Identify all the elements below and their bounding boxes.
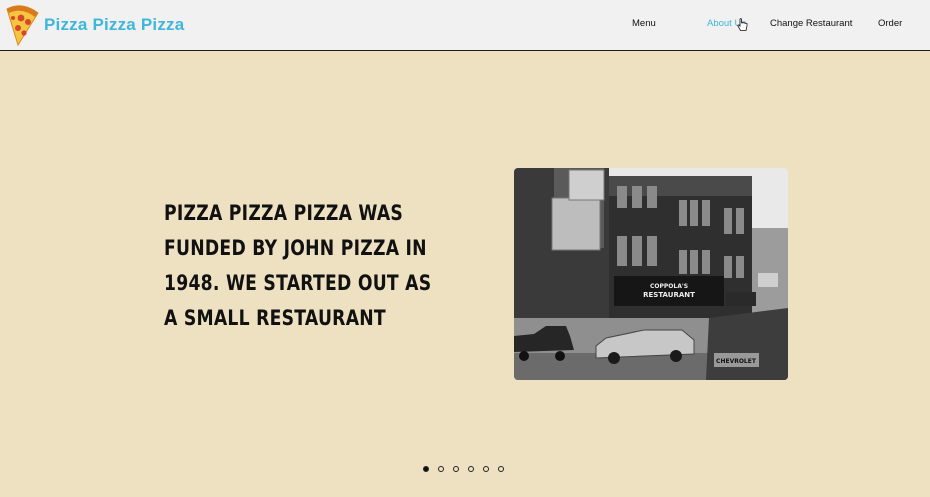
carousel-dot[interactable] bbox=[498, 466, 504, 472]
svg-text:COPPOLA'S: COPPOLA'S bbox=[650, 283, 688, 290]
carousel-dots bbox=[423, 466, 504, 472]
main-nav: Menu About Us Change Restaurant Order bbox=[0, 0, 930, 50]
hand-cursor-icon bbox=[737, 18, 748, 31]
nav-menu[interactable]: Menu bbox=[632, 18, 656, 29]
restaurant-photo: COPPOLA'S RESTAURANT CHEVROLET bbox=[514, 168, 788, 380]
svg-text:RESTAURANT: RESTAURANT bbox=[643, 291, 695, 299]
carousel-dot[interactable] bbox=[468, 466, 474, 472]
carousel-dot[interactable] bbox=[423, 466, 429, 472]
svg-text:CHEVROLET: CHEVROLET bbox=[716, 358, 757, 365]
about-slide: Pizza Pizza Pizza was funded by John Piz… bbox=[0, 51, 930, 497]
nav-order[interactable]: Order bbox=[878, 18, 902, 29]
carousel-dot[interactable] bbox=[438, 466, 444, 472]
about-headline: Pizza Pizza Pizza was funded by John Piz… bbox=[164, 201, 432, 330]
carousel-dot[interactable] bbox=[483, 466, 489, 472]
carousel-dot[interactable] bbox=[453, 466, 459, 472]
nav-change-restaurant[interactable]: Change Restaurant bbox=[770, 18, 852, 29]
